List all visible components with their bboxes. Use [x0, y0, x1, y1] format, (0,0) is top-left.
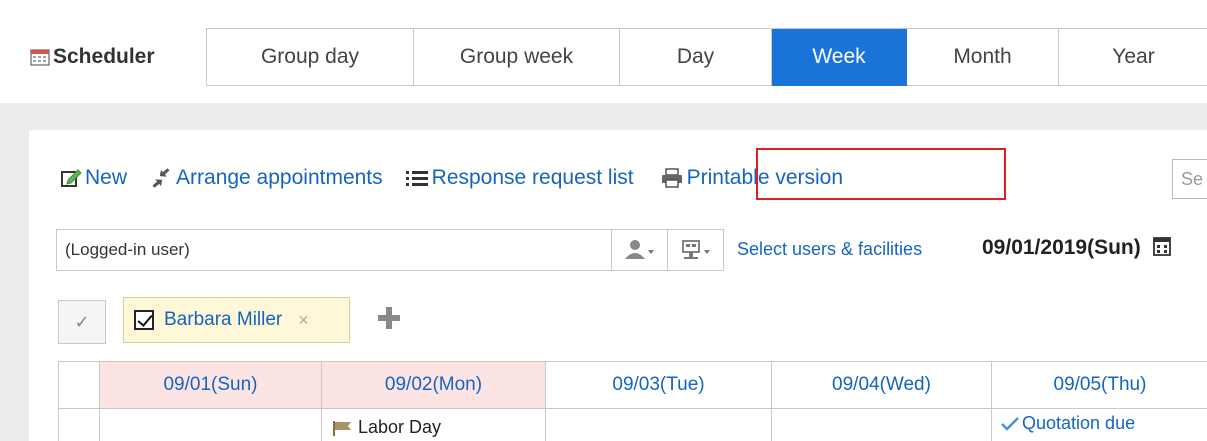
remove-icon[interactable]: × — [298, 310, 309, 331]
new-button[interactable]: New — [60, 166, 127, 190]
task-event[interactable]: Quotation due — [1000, 413, 1207, 434]
selected-user: (Logged-in user) — [65, 240, 190, 259]
week-calendar: 09/01(Sun) 09/02(Mon) Labor Day 09/03(Tu… — [58, 361, 1207, 441]
user-chip[interactable]: Barbara Miller × — [123, 297, 350, 343]
view-tabs: Group day Group week Day Week Month Year — [206, 28, 1207, 86]
toolbar: New Arrange appointments Response reques… — [60, 160, 865, 196]
person-icon — [624, 240, 654, 259]
day-column-thu: 09/05(Thu) Quotation due — [992, 362, 1207, 441]
edit-icon — [60, 168, 82, 188]
time-column — [59, 362, 100, 441]
calendar-icon — [30, 48, 50, 66]
list-icon — [405, 168, 429, 188]
day-header[interactable]: 09/03(Tue) — [546, 362, 771, 409]
tab-week[interactable]: Week — [772, 29, 907, 86]
day-cell[interactable] — [772, 409, 991, 417]
day-column-sun: 09/01(Sun) — [100, 362, 322, 441]
day-column-mon: 09/02(Mon) Labor Day — [322, 362, 546, 441]
search-input[interactable]: Se — [1172, 159, 1207, 199]
check-icon — [1001, 416, 1019, 431]
header: Scheduler Group day Group week Day Week … — [0, 0, 1207, 103]
current-date[interactable]: 09/01/2019(Sun) — [982, 236, 1171, 262]
tab-group-day[interactable]: Group day — [207, 29, 414, 86]
new-label: New — [85, 166, 128, 189]
app-title[interactable]: Scheduler — [30, 28, 155, 86]
arrange-appointments-button[interactable]: Arrange appointments — [149, 166, 383, 190]
user-chip-checkbox[interactable] — [134, 310, 154, 330]
facility-dropdown-button[interactable] — [667, 230, 723, 270]
day-column-tue: 09/03(Tue) — [546, 362, 772, 441]
day-header[interactable]: 09/05(Thu) — [992, 362, 1207, 409]
day-cell[interactable]: Labor Day — [322, 409, 545, 438]
add-user-icon[interactable] — [376, 305, 402, 331]
day-cell[interactable]: Quotation due — [992, 409, 1207, 434]
check-all-button[interactable]: ✓ — [58, 300, 106, 344]
day-column-wed: 09/04(Wed) — [772, 362, 992, 441]
holiday-event: Labor Day — [332, 417, 545, 438]
day-header[interactable]: 09/01(Sun) — [100, 362, 321, 409]
printer-icon — [660, 168, 684, 188]
user-selector[interactable]: (Logged-in user) — [56, 229, 724, 271]
user-chip-name: Barbara Miller — [164, 309, 283, 330]
tab-group-week[interactable]: Group week — [414, 29, 620, 86]
app-title-label: Scheduler — [53, 45, 155, 68]
day-cell[interactable] — [546, 409, 771, 417]
response-request-list-button[interactable]: Response request list — [405, 166, 634, 190]
date-picker-icon[interactable] — [1152, 236, 1171, 262]
day-header[interactable]: 09/04(Wed) — [772, 362, 991, 409]
arrange-label: Arrange appointments — [176, 166, 383, 189]
arrange-arrows-icon — [149, 168, 173, 188]
facility-icon — [681, 240, 710, 259]
search-placeholder: Se — [1181, 169, 1204, 189]
tab-day[interactable]: Day — [620, 29, 772, 86]
select-users-facilities-link[interactable]: Select users & facilities — [737, 239, 922, 260]
response-label: Response request list — [431, 166, 634, 189]
tab-year[interactable]: Year — [1059, 29, 1207, 86]
flag-icon — [333, 420, 351, 436]
tab-month[interactable]: Month — [907, 29, 1059, 86]
holiday-event-label: Labor Day — [358, 417, 442, 437]
current-date-text: 09/01/2019(Sun) — [982, 236, 1141, 259]
day-header[interactable]: 09/02(Mon) — [322, 362, 545, 409]
day-cell[interactable] — [100, 409, 321, 417]
user-dropdown-button[interactable] — [611, 230, 667, 270]
highlight-box — [756, 148, 1006, 200]
checkmark-icon: ✓ — [74, 311, 90, 332]
task-event-label: Quotation due — [1022, 413, 1136, 433]
